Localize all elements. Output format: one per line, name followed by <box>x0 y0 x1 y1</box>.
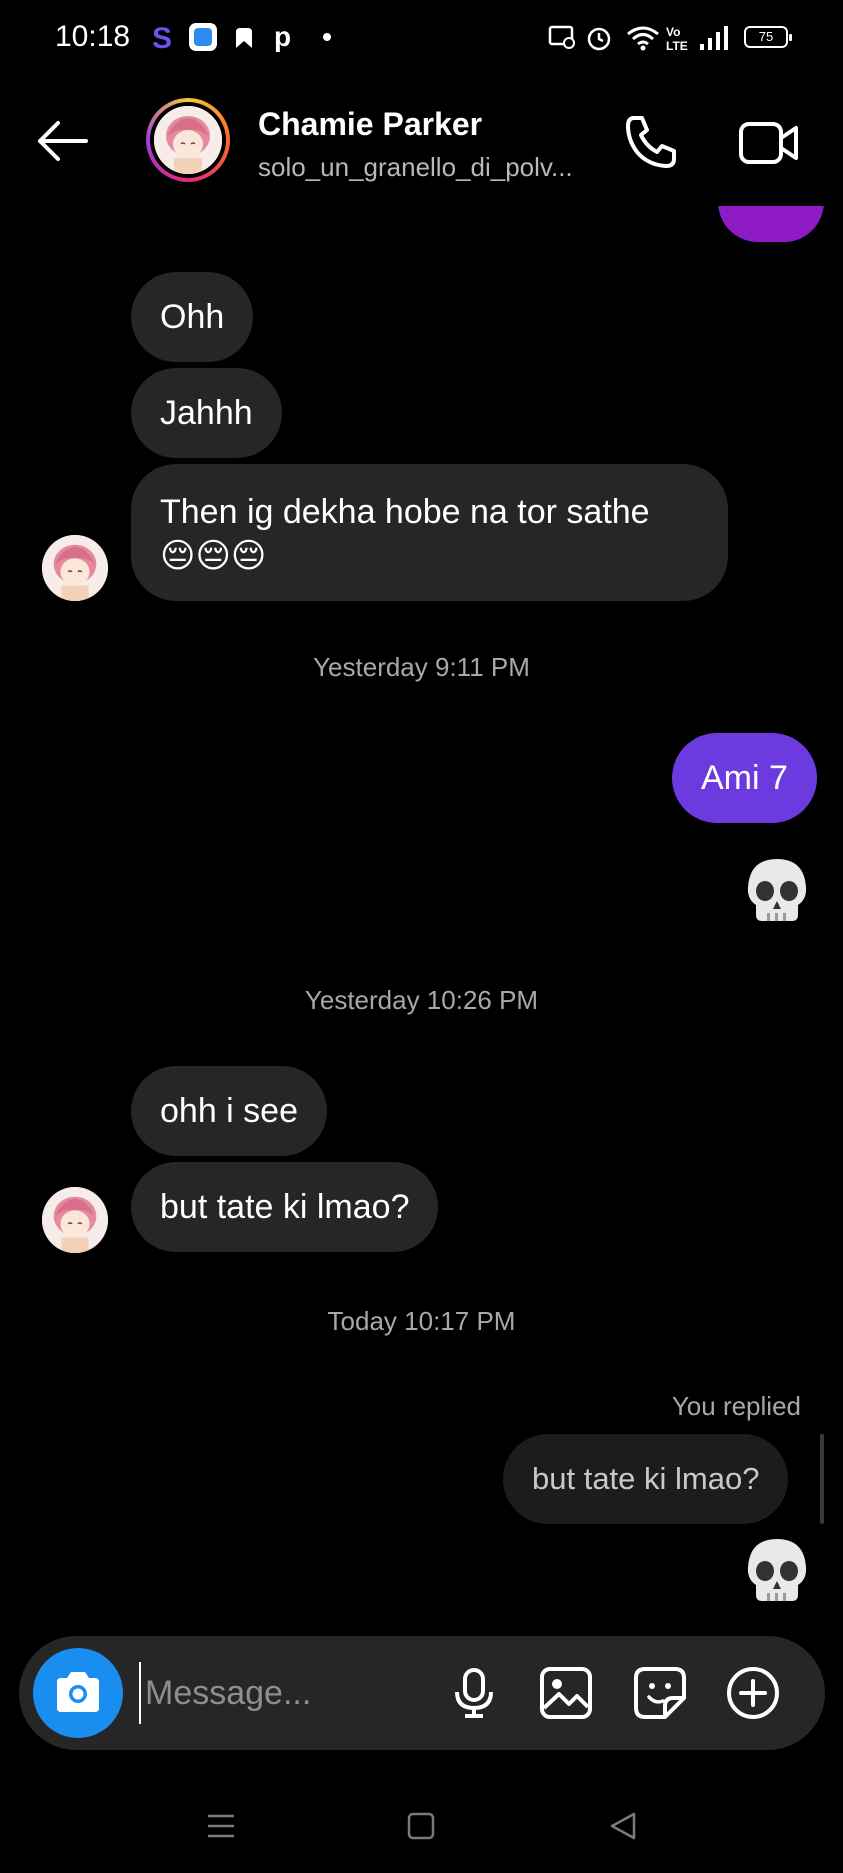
message-text: Jahhh <box>160 393 253 432</box>
microphone-icon <box>455 1668 493 1718</box>
reply-indicator-bar <box>820 1434 824 1524</box>
message-text: Ohh <box>160 297 225 336</box>
chat-header: Chamie Parker solo_un_granello_di_polv..… <box>0 76 843 206</box>
incoming-message[interactable]: Ohh <box>131 272 254 362</box>
svg-text:Vo: Vo <box>666 25 680 39</box>
svg-text:p: p <box>274 22 291 52</box>
incoming-message[interactable]: but tate ki lmao? <box>131 1162 439 1252</box>
sticker-button[interactable] <box>631 1664 689 1722</box>
svg-text:LTE: LTE <box>666 39 688 52</box>
sender-avatar[interactable] <box>42 1187 108 1253</box>
avatar-image <box>154 106 222 174</box>
timestamp: Yesterday 10:26 PM <box>304 985 539 1015</box>
reply-quote-text: but tate ki lmao? <box>532 1461 760 1496</box>
incoming-message[interactable]: Jahhh <box>131 368 282 458</box>
audio-call-button[interactable] <box>620 112 682 174</box>
incoming-message[interactable]: Then ig dekha hobe na tor sathe 😔😔😔 <box>131 464 728 601</box>
phone-icon <box>626 116 676 168</box>
timestamp: Yesterday 9:11 PM <box>313 652 530 682</box>
you-replied-label: You replied <box>671 1391 801 1421</box>
screen-cast-icon <box>548 25 575 49</box>
app-notification-icon <box>189 23 217 51</box>
gallery-button[interactable] <box>537 1664 595 1722</box>
contact-avatar[interactable] <box>146 98 230 182</box>
reply-quote-bubble[interactable]: but tate ki lmao? <box>503 1434 789 1524</box>
incoming-message[interactable]: ohh i see <box>131 1066 327 1156</box>
message-text: Then ig dekha hobe na tor sathe <box>160 492 650 531</box>
alarm-icon <box>587 27 611 51</box>
sender-avatar[interactable] <box>42 535 108 601</box>
back-arrow-icon <box>38 121 88 161</box>
image-icon <box>540 1667 592 1719</box>
wifi-icon <box>627 26 659 51</box>
contact-username[interactable]: solo_un_granello_di_polv... <box>258 152 573 183</box>
bookmark-notification-icon <box>236 28 252 48</box>
voice-message-button[interactable] <box>445 1664 503 1722</box>
signal-icon <box>700 26 728 50</box>
video-call-button[interactable] <box>736 112 802 174</box>
sticker-icon <box>634 1667 686 1719</box>
s-app-icon: S <box>152 22 172 52</box>
back-button[interactable] <box>34 116 94 166</box>
outgoing-message[interactable]: Ami 7 <box>672 733 817 823</box>
status-bar: 10:18 S p Vo LTE 75 <box>0 0 843 76</box>
menu-nav-icon[interactable] <box>206 1810 236 1842</box>
camera-button[interactable] <box>33 1648 123 1738</box>
back-nav-icon[interactable] <box>608 1810 638 1842</box>
p-app-icon: p <box>274 22 291 52</box>
volte-icon: VoLTE <box>666 25 688 52</box>
camera-icon <box>57 1672 99 1712</box>
svg-text:S: S <box>152 22 172 52</box>
system-navigation-bar <box>0 1780 843 1873</box>
message-text: ohh i see <box>160 1091 298 1130</box>
skull-emoji-icon[interactable] <box>740 1535 814 1609</box>
home-nav-icon[interactable] <box>406 1810 436 1842</box>
video-camera-icon <box>739 122 798 164</box>
message-input[interactable] <box>139 1662 439 1724</box>
more-notifications-dot-icon <box>323 33 331 41</box>
message-composer <box>19 1636 825 1750</box>
timestamp: Today 10:17 PM <box>327 1306 516 1336</box>
contact-name[interactable]: Chamie Parker <box>258 106 482 143</box>
skull-emoji-icon[interactable] <box>740 855 814 929</box>
message-emoji: 😔😔😔 <box>160 536 267 575</box>
more-options-button[interactable] <box>724 1664 782 1722</box>
message-text: but tate ki lmao? <box>160 1187 410 1226</box>
message-text: Ami 7 <box>701 758 788 797</box>
battery-indicator: 75 <box>744 26 792 48</box>
plus-circle-icon <box>727 1667 779 1719</box>
status-time: 10:18 <box>55 20 131 53</box>
